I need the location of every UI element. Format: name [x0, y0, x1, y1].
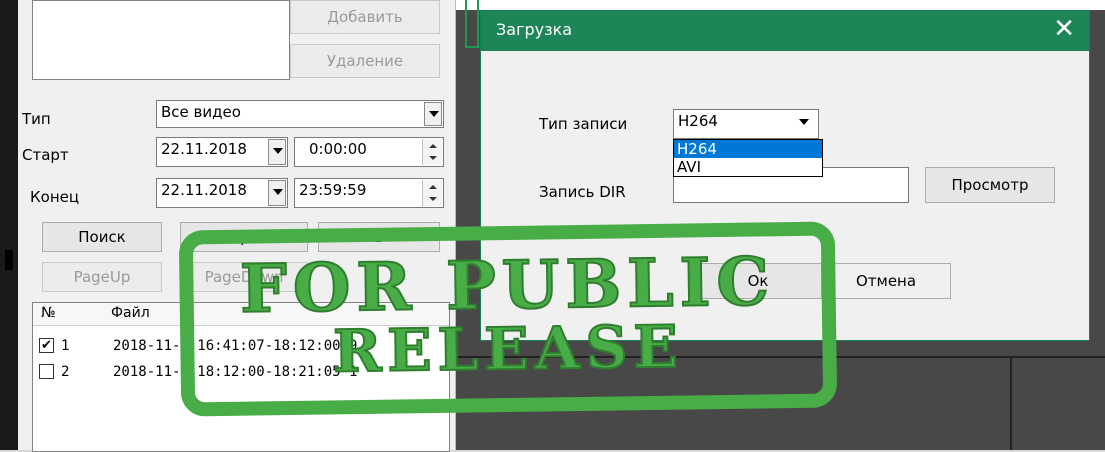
type-label: Тип: [22, 110, 51, 128]
cancel-button[interactable]: Отмена: [821, 263, 951, 299]
start-date-value: 22.11.2018: [161, 140, 247, 158]
spinner-icon[interactable]: [422, 139, 442, 165]
end-time-field[interactable]: 23:59:59: [294, 178, 444, 208]
chevron-down-icon[interactable]: [795, 111, 817, 137]
close-icon[interactable]: ✕: [1053, 14, 1075, 44]
chevron-down-icon[interactable]: [268, 180, 286, 206]
stamp-line-2: RELEASE: [332, 312, 685, 387]
record-type-dropdown[interactable]: H264 AVI: [673, 139, 823, 177]
edge-tick: [5, 250, 13, 270]
row-number: 1: [61, 338, 70, 354]
start-time-value: 0:00:00: [309, 140, 367, 158]
end-date-value: 22.11.2018: [161, 181, 247, 199]
page-up-button[interactable]: PageUp: [42, 262, 162, 292]
col-file-header[interactable]: Файл: [111, 305, 150, 321]
dialog-titlebar[interactable]: Загрузка ✕: [481, 11, 1089, 51]
end-time-value: 23:59:59: [299, 181, 367, 199]
row-checkbox[interactable]: [39, 364, 54, 379]
selected-window-frame: [465, 0, 479, 48]
dropdown-option-avi[interactable]: AVI: [674, 158, 822, 176]
record-type-select[interactable]: H264: [673, 109, 819, 139]
chevron-down-icon[interactable]: [424, 102, 442, 126]
row-number: 2: [61, 364, 70, 380]
col-no-header[interactable]: №: [41, 305, 56, 321]
grid-divider: [1010, 356, 1012, 450]
spinner-icon[interactable]: [422, 180, 442, 206]
add-button[interactable]: Добавить: [290, 0, 440, 34]
record-dir-label: Запись DIR: [539, 183, 626, 201]
delete-button[interactable]: Удаление: [290, 44, 440, 78]
chevron-down-icon[interactable]: [268, 139, 286, 165]
start-label: Старт: [22, 146, 69, 164]
top-strip: [456, 0, 1105, 10]
type-select[interactable]: Все видео: [156, 100, 444, 128]
public-release-stamp: FOR PUBLIC RELEASE: [178, 221, 838, 417]
start-date-picker[interactable]: 22.11.2018: [156, 137, 288, 167]
browse-button[interactable]: Просмотр: [925, 167, 1055, 203]
device-list-box[interactable]: [32, 0, 290, 80]
stamp-line-1: FOR PUBLIC: [239, 241, 777, 328]
row-checkbox[interactable]: ✔: [39, 338, 54, 353]
type-select-value: Все видео: [161, 103, 241, 121]
dropdown-option-h264[interactable]: H264: [674, 140, 822, 158]
end-date-picker[interactable]: 22.11.2018: [156, 178, 288, 208]
end-label: Конец: [30, 188, 80, 206]
record-type-value: H264: [678, 112, 718, 130]
left-edge-strip: [0, 0, 18, 450]
start-time-field[interactable]: 0:00:00: [294, 137, 444, 167]
dialog-title: Загрузка: [496, 20, 573, 39]
record-type-label: Тип записи: [539, 115, 628, 133]
search-button[interactable]: Поиск: [42, 222, 162, 252]
